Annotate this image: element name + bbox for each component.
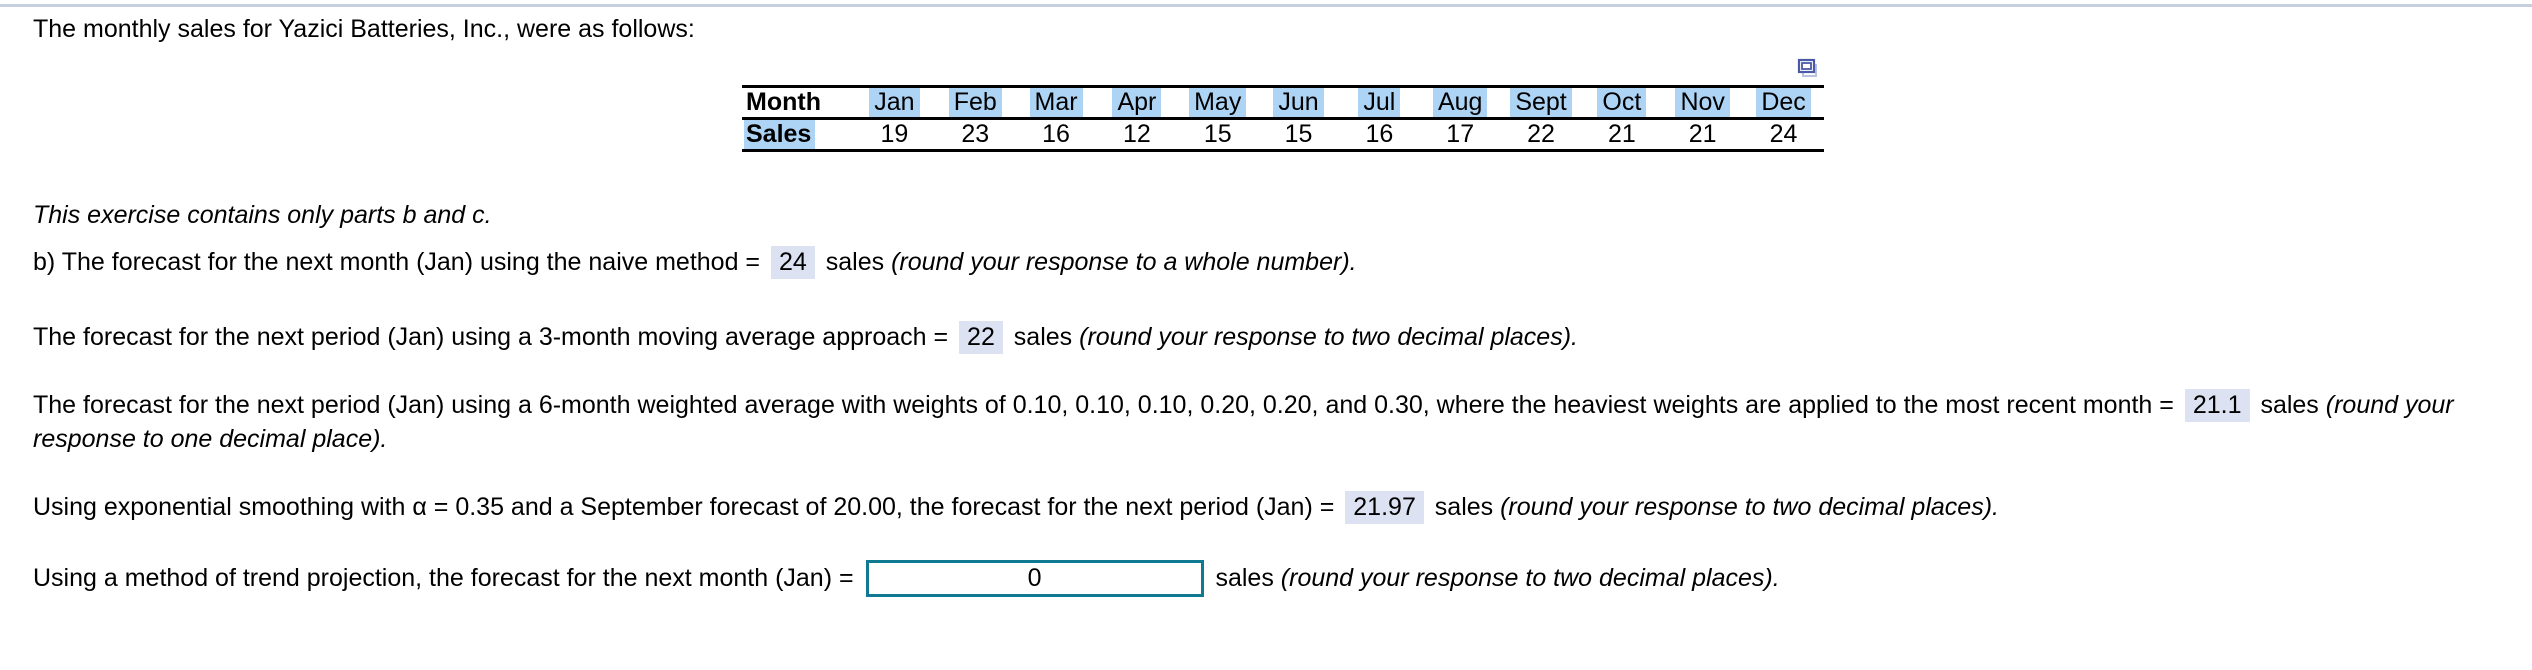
table-header-row: Month Jan Feb Mar Apr May Jun Jul Aug Se…: [742, 86, 1824, 119]
table-data-row-sales: Sales 19 23 16 12 15 15 16 17 22 21 21 2…: [742, 119, 1824, 151]
answer-weighted-average[interactable]: 21.1: [2184, 389, 2250, 422]
answer-exponential-smoothing[interactable]: 21.97: [1345, 491, 1424, 524]
sales-table-block: Month Jan Feb Mar Apr May Jun Jul Aug Se…: [742, 55, 1824, 152]
question-moving-average-hint: (round your response to two decimal plac…: [1079, 323, 1578, 351]
question-exponential-smoothing-hint: (round your response to two decimal plac…: [1500, 493, 1999, 521]
table-data-cell: 17: [1446, 120, 1475, 148]
monthly-sales-table: Month Jan Feb Mar Apr May Jun Jul Aug Se…: [742, 85, 1824, 152]
table-row-label-sales: Sales: [742, 119, 854, 151]
table-header-cell: Mar: [1016, 87, 1097, 119]
table-data-cell: 21: [1607, 120, 1636, 148]
question-moving-average-prefix: The forecast for the next period (Jan) u…: [33, 323, 956, 351]
question-naive-hint: (round your response to a whole number).: [891, 248, 1357, 276]
table-data-cell: 21: [1688, 120, 1717, 148]
table-row-label-month: Month: [746, 88, 821, 116]
question-exponential-smoothing-prefix: Using exponential smoothing with α = 0.3…: [33, 493, 1342, 521]
table-header-cell: Sept: [1501, 87, 1582, 119]
exercise-page: The monthly sales for Yazici Batteries, …: [0, 0, 2532, 670]
question-trend-projection-mid: sales: [1208, 564, 1281, 592]
table-header-cell: May: [1177, 87, 1258, 119]
question-naive-prefix: b) The forecast for the next month (Jan)…: [33, 248, 767, 276]
question-trend-projection-prefix: Using a method of trend projection, the …: [33, 564, 861, 592]
question-moving-average-mid: sales: [1006, 323, 1080, 351]
question-trend-projection-hint: (round your response to two decimal plac…: [1280, 564, 1780, 592]
table-data-cell: 22: [1527, 120, 1555, 148]
exercise-scope-note: This exercise contains only parts b and …: [33, 201, 492, 229]
question-naive: b) The forecast for the next month (Jan)…: [33, 245, 1357, 279]
table-data-cell: 16: [1042, 120, 1070, 148]
table-data-cell: 15: [1284, 120, 1313, 148]
intro-text: The monthly sales for Yazici Batteries, …: [33, 15, 695, 43]
table-header-cell: Jan: [854, 87, 935, 119]
question-trend-projection: Using a method of trend projection, the …: [33, 560, 1780, 597]
copy-duplicate-icon[interactable]: [1796, 57, 1824, 81]
question-exponential-smoothing-mid: sales: [1427, 493, 1501, 521]
table-header-cell: Dec: [1743, 87, 1824, 119]
table-data-cell: 24: [1769, 120, 1798, 148]
table-header-cell: Feb: [935, 87, 1016, 119]
table-data-cell: 19: [880, 120, 909, 148]
table-data-cell: 15: [1203, 120, 1232, 148]
table-toolbar: [742, 55, 1824, 85]
question-weighted-average: The forecast for the next period (Jan) u…: [33, 388, 2513, 456]
question-exponential-smoothing: Using exponential smoothing with α = 0.3…: [33, 490, 1999, 524]
answer-trend-projection-input[interactable]: [865, 560, 1204, 597]
table-header-cell: Aug: [1420, 87, 1501, 119]
table-header-cell: Oct: [1581, 87, 1662, 119]
table-data-cell: 16: [1365, 120, 1394, 148]
answer-naive[interactable]: 24: [770, 246, 815, 279]
table-header-cell: Nov: [1662, 87, 1743, 119]
question-weighted-average-prefix: The forecast for the next period (Jan) u…: [33, 391, 2181, 419]
question-moving-average: The forecast for the next period (Jan) u…: [33, 320, 1578, 354]
table-header-cell: Apr: [1096, 87, 1177, 119]
table-header-cell: Jun: [1258, 87, 1339, 119]
question-naive-mid: sales: [818, 248, 892, 276]
question-weighted-average-mid: sales: [2253, 391, 2326, 419]
table-data-cell: 23: [961, 120, 990, 148]
table-header-cell: Jul: [1339, 87, 1420, 119]
answer-moving-average[interactable]: 22: [959, 321, 1003, 354]
table-data-cell: 12: [1122, 120, 1151, 148]
